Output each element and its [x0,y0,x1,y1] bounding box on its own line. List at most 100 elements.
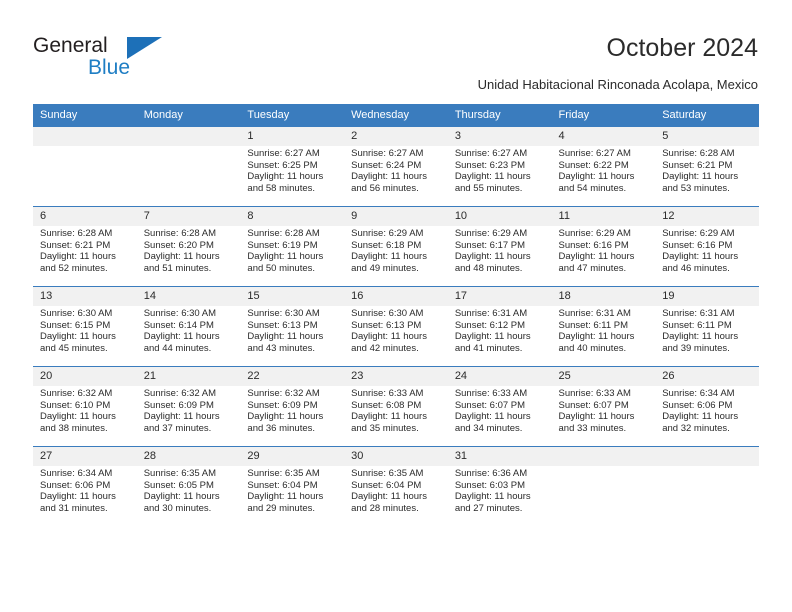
calendar-day-cell[interactable]: 12 Sunrise: 6:29 AM Sunset: 6:16 PM Dayligh… [655,206,759,287]
day-details: Sunrise: 6:29 AM Sunset: 6:18 PM Daylight:… [344,226,448,274]
daylight-text: Daylight: 11 hours and 55 minutes. [454,171,531,194]
calendar-day-cell[interactable]: 21 Sunrise: 6:32 AM Sunset: 6:09 PM Dayligh… [136,366,241,447]
calendar-cell-empty [33,127,137,207]
calendar-day-cell[interactable]: 24 Sunrise: 6:33 AM Sunset: 6:07 PM Dayligh… [447,366,552,447]
calendar-day-cell[interactable]: 22 Sunrise: 6:32 AM Sunset: 6:09 PM Dayligh… [240,366,345,447]
day-details: Sunrise: 6:27 AM Sunset: 6:22 PM Daylight:… [552,146,656,194]
calendar-day-cell[interactable]: 18 Sunrise: 6:31 AM Sunset: 6:11 PM Dayligh… [551,286,656,367]
calendar-day-cell[interactable]: 31 Sunrise: 6:36 AM Sunset: 6:03 PM Dayligh… [447,446,552,526]
day-details: Sunrise: 6:32 AM Sunset: 6:10 PM Daylight:… [33,386,137,434]
sunset-text: Sunset: 6:16 PM [558,239,629,251]
day-number: 29 [240,447,345,466]
daylight-text: Daylight: 11 hours and 29 minutes. [247,491,324,514]
calendar-day-cell[interactable]: 29 Sunrise: 6:35 AM Sunset: 6:04 PM Dayligh… [240,446,345,526]
day-details: Sunrise: 6:29 AM Sunset: 6:16 PM Daylight:… [552,226,656,274]
calendar-day-cell[interactable]: 26 Sunrise: 6:34 AM Sunset: 6:06 PM Dayligh… [655,366,759,447]
calendar-day-cell[interactable]: 30 Sunrise: 6:35 AM Sunset: 6:04 PM Dayligh… [344,446,448,526]
calendar-week-row: 27 Sunrise: 6:34 AM Sunset: 6:06 PM Dayligh… [33,446,759,526]
calendar-page: General Blue October 2024 Unidad Habitac… [0,0,792,612]
day-number: 28 [136,447,241,466]
day-details: Sunrise: 6:30 AM Sunset: 6:13 PM Daylight:… [240,306,344,354]
day-details: Sunrise: 6:27 AM Sunset: 6:24 PM Daylight:… [344,146,448,194]
sunset-text: Sunset: 6:12 PM [454,319,526,331]
daylight-text: Daylight: 11 hours and 40 minutes. [558,331,635,354]
calendar-day-cell[interactable]: 2 Sunrise: 6:27 AM Sunset: 6:24 PM Daylight… [344,127,448,207]
calendar-day-cell[interactable]: 16 Sunrise: 6:30 AM Sunset: 6:13 PM Dayligh… [344,286,448,367]
page-subtitle: Unidad Habitacional Rinconada Acolapa, M… [477,77,758,92]
sunset-text: Sunset: 6:04 PM [351,479,422,491]
daylight-text: Daylight: 11 hours and 28 minutes. [351,491,427,514]
calendar-day-cell[interactable]: 4 Sunrise: 6:27 AM Sunset: 6:22 PM Daylight… [551,127,656,207]
day-number: 8 [240,207,345,226]
calendar-day-cell[interactable]: 13 Sunrise: 6:30 AM Sunset: 6:15 PM Dayligh… [33,286,137,367]
sunrise-text: Sunrise: 6:28 AM [662,148,735,159]
sunrise-text: Sunrise: 6:31 AM [558,308,631,319]
sunset-text: Sunset: 6:20 PM [143,239,214,251]
day-number: 1 [240,127,345,146]
sunset-text: Sunset: 6:03 PM [454,479,526,491]
sunrise-text: Sunrise: 6:35 AM [143,468,217,479]
calendar-day-cell[interactable]: 17 Sunrise: 6:31 AM Sunset: 6:12 PM Dayligh… [447,286,552,367]
sunset-text: Sunset: 6:21 PM [40,239,111,251]
sunset-text: Sunset: 6:21 PM [662,159,733,171]
calendar-header-row: Sunday Monday Tuesday Wednesday Thursday… [33,104,759,127]
day-number: 11 [551,207,656,226]
sunset-text: Sunset: 6:10 PM [40,399,111,411]
calendar-day-cell[interactable]: 10 Sunrise: 6:29 AM Sunset: 6:17 PM Dayligh… [447,206,552,287]
calendar-day-cell[interactable]: 20 Sunrise: 6:32 AM Sunset: 6:10 PM Dayligh… [33,366,137,447]
calendar-day-cell[interactable]: 7 Sunrise: 6:28 AM Sunset: 6:20 PM Daylight… [136,206,241,287]
day-details: Sunrise: 6:31 AM Sunset: 6:11 PM Daylight:… [655,306,759,354]
sunrise-text: Sunrise: 6:33 AM [351,388,424,399]
sunset-text: Sunset: 6:05 PM [143,479,214,491]
calendar-day-cell[interactable]: 11 Sunrise: 6:29 AM Sunset: 6:16 PM Dayligh… [551,206,656,287]
day-number: 2 [344,127,448,146]
calendar-day-cell[interactable]: 27 Sunrise: 6:34 AM Sunset: 6:06 PM Dayligh… [33,446,137,526]
daylight-text: Daylight: 11 hours and 38 minutes. [40,411,116,434]
daylight-text: Daylight: 11 hours and 32 minutes. [662,411,739,434]
calendar-day-cell[interactable]: 9 Sunrise: 6:29 AM Sunset: 6:18 PM Daylight… [344,206,448,287]
weekday-header-monday: Monday [136,104,241,127]
day-number [33,127,137,146]
day-number: 15 [240,287,345,306]
sunrise-text: Sunrise: 6:28 AM [143,228,217,239]
daylight-text: Daylight: 11 hours and 44 minutes. [143,331,220,354]
sunrise-text: Sunrise: 6:32 AM [247,388,320,399]
calendar-day-cell[interactable]: 8 Sunrise: 6:28 AM Sunset: 6:19 PM Daylight… [240,206,345,287]
sunrise-text: Sunrise: 6:35 AM [351,468,424,479]
sunrise-text: Sunrise: 6:32 AM [143,388,217,399]
daylight-text: Daylight: 11 hours and 36 minutes. [247,411,324,434]
general-blue-logo[interactable]: General Blue [33,34,333,84]
triangle-icon [127,37,162,59]
sunrise-text: Sunrise: 6:32 AM [40,388,113,399]
sunrise-text: Sunrise: 6:29 AM [662,228,735,239]
calendar-day-cell[interactable]: 5 Sunrise: 6:28 AM Sunset: 6:21 PM Daylight… [655,127,759,207]
day-details: Sunrise: 6:28 AM Sunset: 6:20 PM Daylight:… [137,226,241,274]
calendar-day-cell[interactable]: 23 Sunrise: 6:33 AM Sunset: 6:08 PM Dayligh… [344,366,448,447]
calendar-day-cell[interactable]: 25 Sunrise: 6:33 AM Sunset: 6:07 PM Dayligh… [551,366,656,447]
day-number: 25 [551,367,656,386]
sunset-text: Sunset: 6:07 PM [558,399,629,411]
calendar-week-row: 13 Sunrise: 6:30 AM Sunset: 6:15 PM Dayligh… [33,286,759,367]
day-number: 17 [447,287,552,306]
calendar-cell-empty [655,446,759,526]
calendar-day-cell[interactable]: 3 Sunrise: 6:27 AM Sunset: 6:23 PM Daylight… [447,127,552,207]
calendar-day-cell[interactable]: 1 Sunrise: 6:27 AM Sunset: 6:25 PM Daylight… [240,127,345,207]
day-details: Sunrise: 6:32 AM Sunset: 6:09 PM Daylight:… [240,386,344,434]
daylight-text: Daylight: 11 hours and 54 minutes. [558,171,635,194]
day-details: Sunrise: 6:35 AM Sunset: 6:04 PM Daylight:… [344,466,448,514]
weekday-header-tuesday: Tuesday [240,104,345,127]
calendar-day-cell[interactable]: 15 Sunrise: 6:30 AM Sunset: 6:13 PM Dayligh… [240,286,345,367]
weekday-header-thursday: Thursday [447,104,552,127]
page-title: October 2024 [606,34,759,62]
day-number: 14 [136,287,241,306]
calendar-day-cell[interactable]: 6 Sunrise: 6:28 AM Sunset: 6:21 PM Daylight… [33,206,137,287]
sunset-text: Sunset: 6:16 PM [662,239,733,251]
calendar-day-cell[interactable]: 14 Sunrise: 6:30 AM Sunset: 6:14 PM Dayligh… [136,286,241,367]
calendar-day-cell[interactable]: 19 Sunrise: 6:31 AM Sunset: 6:11 PM Dayligh… [655,286,759,367]
sunset-text: Sunset: 6:22 PM [558,159,629,171]
day-details: Sunrise: 6:31 AM Sunset: 6:12 PM Daylight:… [448,306,552,354]
day-details: Sunrise: 6:29 AM Sunset: 6:17 PM Daylight:… [448,226,552,274]
day-number: 31 [447,447,552,466]
calendar-day-cell[interactable]: 28 Sunrise: 6:35 AM Sunset: 6:05 PM Dayligh… [136,446,241,526]
day-number: 6 [33,207,137,226]
